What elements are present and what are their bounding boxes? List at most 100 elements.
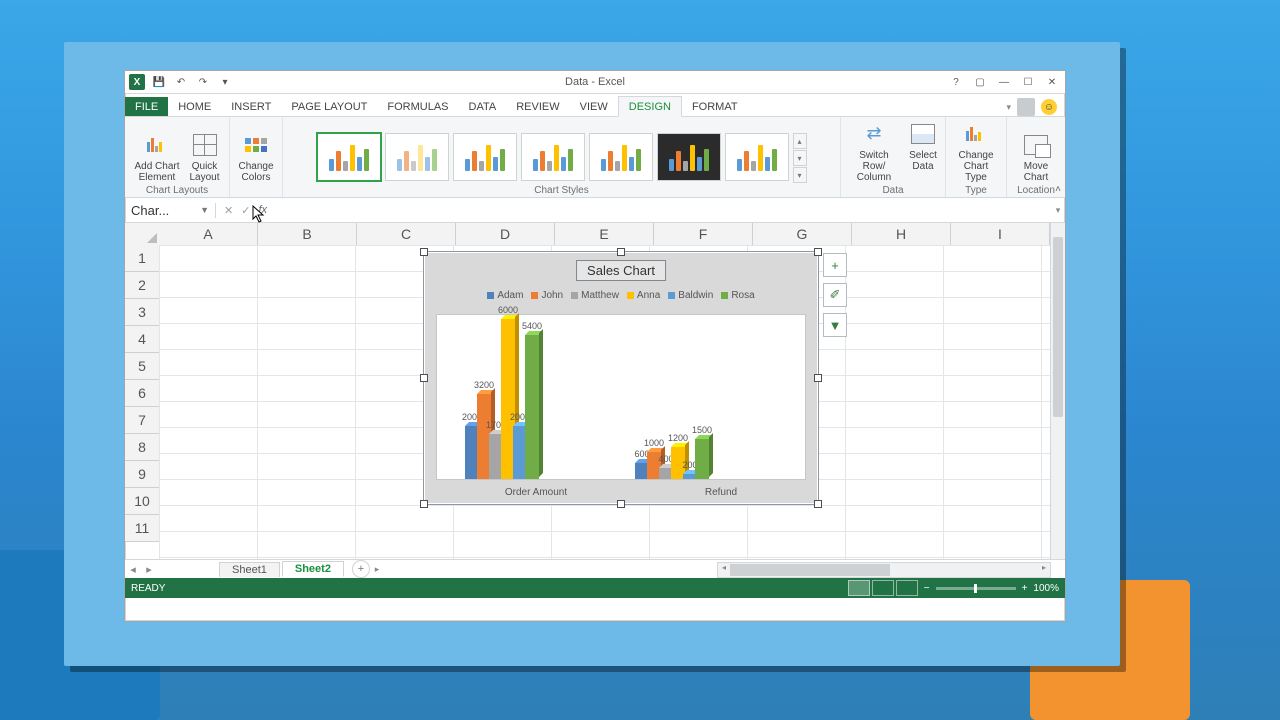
chart-styles-button[interactable]: ✐ bbox=[823, 283, 847, 307]
horizontal-scrollbar[interactable]: ◂ ▸ bbox=[717, 562, 1051, 578]
tab-home[interactable]: HOME bbox=[168, 97, 221, 116]
maximize-button[interactable]: ☐ bbox=[1017, 73, 1039, 91]
chart-filters-button[interactable]: ▼ bbox=[823, 313, 847, 337]
new-sheet-button[interactable]: + bbox=[352, 560, 370, 578]
add-chart-element-button[interactable]: Add Chart Element bbox=[130, 127, 183, 183]
legend-item[interactable]: Baldwin bbox=[668, 290, 713, 301]
ribbon-display-icon[interactable]: ▢ bbox=[969, 73, 991, 91]
legend-item[interactable]: Anna bbox=[627, 290, 660, 301]
expand-formula-bar-icon[interactable]: ▾ bbox=[1051, 205, 1065, 216]
resize-handle[interactable] bbox=[814, 500, 822, 508]
select-data-button[interactable]: Select Data bbox=[905, 116, 941, 172]
chart-title[interactable]: Sales Chart bbox=[576, 260, 666, 281]
zoom-slider[interactable] bbox=[936, 587, 1016, 590]
tab-insert[interactable]: INSERT bbox=[221, 97, 281, 116]
row-header[interactable]: 5 bbox=[125, 353, 159, 380]
row-header[interactable]: 11 bbox=[125, 515, 159, 542]
column-header[interactable]: H bbox=[852, 223, 951, 245]
chart-style-2[interactable] bbox=[385, 133, 449, 181]
chart-style-6[interactable] bbox=[657, 133, 721, 181]
worksheet-grid[interactable]: ABCDEFGHI 1234567891011 Sales Chart Adam… bbox=[125, 223, 1065, 559]
row-header[interactable]: 1 bbox=[125, 245, 159, 272]
tab-formulas[interactable]: FORMULAS bbox=[377, 97, 458, 116]
cells-area[interactable]: Sales Chart Adam John Matthew Anna Baldwin Ro… bbox=[159, 245, 1051, 559]
column-headers[interactable]: ABCDEFGHI bbox=[159, 223, 1051, 246]
zoom-in-button[interactable]: + bbox=[1022, 583, 1028, 594]
embedded-chart[interactable]: Sales Chart Adam John Matthew Anna Baldwin Ro… bbox=[423, 251, 819, 505]
column-header[interactable]: G bbox=[753, 223, 852, 245]
select-all-corner[interactable] bbox=[125, 223, 160, 246]
column-header[interactable]: A bbox=[159, 223, 258, 245]
resize-handle[interactable] bbox=[420, 248, 428, 256]
column-header[interactable]: I bbox=[951, 223, 1050, 245]
tab-data[interactable]: DATA bbox=[459, 97, 507, 116]
switch-row-column-button[interactable]: ⇄ Switch Row/ Column bbox=[845, 116, 903, 183]
help-icon[interactable]: ? bbox=[945, 73, 967, 91]
column-header[interactable]: D bbox=[456, 223, 555, 245]
row-header[interactable]: 7 bbox=[125, 407, 159, 434]
row-header[interactable]: 3 bbox=[125, 299, 159, 326]
tab-file[interactable]: FILE bbox=[125, 97, 168, 116]
row-header[interactable]: 8 bbox=[125, 434, 159, 461]
zoom-level-label[interactable]: 100% bbox=[1033, 583, 1059, 594]
resize-handle[interactable] bbox=[420, 374, 428, 382]
feedback-smiley-icon[interactable]: ☺ bbox=[1041, 99, 1057, 115]
move-chart-button[interactable]: Move Chart bbox=[1018, 127, 1054, 183]
chart-style-1[interactable] bbox=[317, 133, 381, 181]
column-header[interactable]: F bbox=[654, 223, 753, 245]
cancel-formula-icon[interactable]: ✕ bbox=[224, 204, 233, 217]
chart-style-3[interactable] bbox=[453, 133, 517, 181]
zoom-out-button[interactable]: − bbox=[924, 583, 930, 594]
resize-handle[interactable] bbox=[420, 500, 428, 508]
legend-item[interactable]: Rosa bbox=[721, 290, 754, 301]
chevron-down-icon[interactable]: ▼ bbox=[200, 205, 209, 215]
sheet-nav-prev-icon[interactable]: ◂ bbox=[125, 563, 141, 576]
row-header[interactable]: 10 bbox=[125, 488, 159, 515]
chart-styles-spinner[interactable]: ▴▾▾ bbox=[793, 133, 807, 183]
chart-elements-button[interactable]: + bbox=[823, 253, 847, 277]
normal-view-button[interactable] bbox=[848, 580, 870, 596]
fx-icon[interactable]: fx bbox=[258, 204, 267, 216]
close-button[interactable]: ✕ bbox=[1041, 73, 1063, 91]
resize-handle[interactable] bbox=[617, 248, 625, 256]
tab-review[interactable]: REVIEW bbox=[506, 97, 569, 116]
quick-layout-button[interactable]: Quick Layout bbox=[186, 127, 224, 183]
sheet-scroll-right-icon[interactable]: ▸ bbox=[370, 564, 384, 575]
sheet-tab-sheet1[interactable]: Sheet1 bbox=[219, 562, 280, 577]
resize-handle[interactable] bbox=[814, 374, 822, 382]
save-icon[interactable]: 💾 bbox=[151, 74, 167, 90]
row-header[interactable]: 6 bbox=[125, 380, 159, 407]
name-box[interactable]: Char...▼ bbox=[125, 203, 216, 218]
tell-me-dropdown-icon[interactable]: ▾ bbox=[1006, 102, 1011, 113]
chart-bar[interactable]: 1500 bbox=[695, 439, 709, 479]
legend-item[interactable]: Matthew bbox=[571, 290, 619, 301]
column-header[interactable]: C bbox=[357, 223, 456, 245]
change-colors-button[interactable]: Change Colors bbox=[234, 127, 277, 183]
resize-handle[interactable] bbox=[814, 248, 822, 256]
enter-formula-icon[interactable]: ✓ bbox=[241, 204, 250, 217]
change-chart-type-button[interactable]: Change Chart Type bbox=[950, 116, 1002, 183]
chart-style-7[interactable] bbox=[725, 133, 789, 181]
tab-view[interactable]: VIEW bbox=[570, 97, 618, 116]
tab-format[interactable]: FORMAT bbox=[682, 97, 748, 116]
chart-style-5[interactable] bbox=[589, 133, 653, 181]
tab-design[interactable]: DESIGN bbox=[618, 96, 682, 117]
legend-item[interactable]: John bbox=[531, 290, 563, 301]
chart-bar[interactable]: 5400 bbox=[525, 335, 539, 479]
collapse-ribbon-icon[interactable]: ˄ bbox=[1055, 184, 1061, 195]
page-break-view-button[interactable] bbox=[896, 580, 918, 596]
qat-customize-icon[interactable]: ▾ bbox=[217, 74, 233, 90]
legend-item[interactable]: Adam bbox=[487, 290, 523, 301]
row-headers[interactable]: 1234567891011 bbox=[125, 245, 160, 542]
vertical-scrollbar[interactable] bbox=[1050, 223, 1065, 559]
minimize-button[interactable]: — bbox=[993, 73, 1015, 91]
chart-plot-area[interactable]: 2000320017006000200054006001000400120020… bbox=[436, 314, 806, 480]
row-header[interactable]: 2 bbox=[125, 272, 159, 299]
sheet-nav-next-icon[interactable]: ▸ bbox=[141, 563, 157, 576]
page-layout-view-button[interactable] bbox=[872, 580, 894, 596]
column-header[interactable]: B bbox=[258, 223, 357, 245]
tab-page-layout[interactable]: PAGE LAYOUT bbox=[281, 97, 377, 116]
redo-icon[interactable]: ↷ bbox=[195, 74, 211, 90]
chart-legend[interactable]: Adam John Matthew Anna Baldwin Rosa bbox=[424, 290, 818, 301]
row-header[interactable]: 9 bbox=[125, 461, 159, 488]
